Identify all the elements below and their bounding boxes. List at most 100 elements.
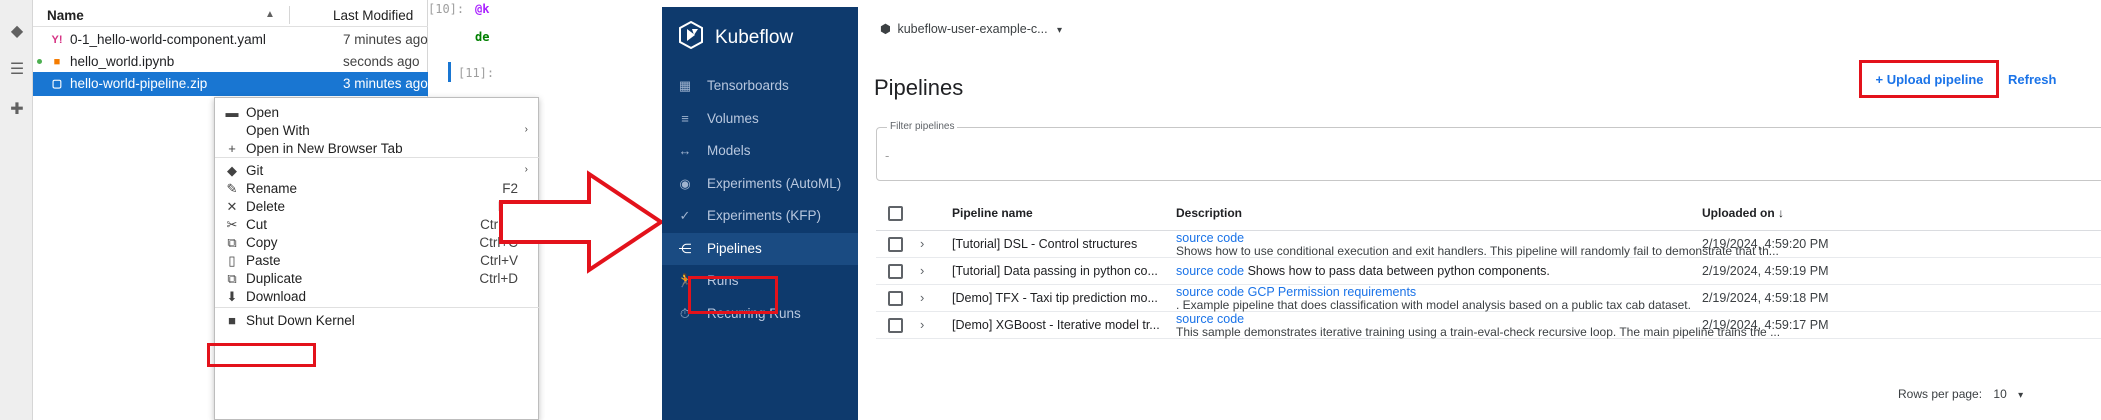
table-of-contents-icon[interactable]: ☰ [7, 60, 27, 80]
description-text: This sample demonstrates iterative train… [1176, 325, 1781, 339]
left-activity-bar: ◆ ☰ ✚ [0, 0, 33, 420]
menu-item-label: Open [246, 105, 280, 120]
nav-label: Experiments (KFP) [707, 208, 822, 223]
menu-item-label: Paste [246, 253, 281, 268]
rows-per-page-caret-icon[interactable]: ▾ [2018, 390, 2023, 401]
menu-item-icon: ⬇ [226, 289, 238, 304]
nav-icon: ≡ [681, 110, 689, 126]
description-line: source code GCP Permission requirements [1176, 285, 1416, 299]
brand-title: Kubeflow [715, 27, 794, 48]
pipelines-highlight-box [688, 276, 778, 314]
file-modified: 3 minutes ago [343, 76, 428, 91]
row-checkbox[interactable] [888, 237, 903, 252]
expand-chevron-icon[interactable]: › [920, 317, 924, 332]
nav-label: Experiments (AutoML) [707, 175, 842, 191]
file-type-icon: ▢ [51, 78, 63, 90]
extension-manager-icon[interactable]: ✚ [7, 100, 27, 120]
screenshot-canvas: ◆ ☰ ✚ Name ▲ Last Modified Y! 0-1_hello-w… [0, 0, 2101, 420]
nav-item-volumes[interactable]: ≡ Volumes [662, 103, 858, 135]
table-row[interactable]: › [Tutorial] Data passing in python co...… [876, 258, 2101, 285]
page-title: Pipelines [874, 75, 964, 100]
permission-requirements-link[interactable]: GCP Permission requirements [1248, 285, 1417, 299]
row-checkbox[interactable] [888, 291, 903, 306]
refresh-button[interactable]: Refresh [2008, 67, 2056, 93]
nav-label: Volumes [707, 110, 759, 126]
cell-prompt: [11]: [458, 66, 495, 80]
active-cell-indicator [448, 62, 451, 82]
submenu-chevron-icon: › [524, 124, 528, 135]
namespace-cube-icon: ⬢ [880, 22, 891, 36]
filter-value[interactable]: - [885, 148, 889, 163]
nav-icon: ↔ [678, 143, 692, 158]
filter-pipelines-input[interactable]: Filter pipelines - [876, 121, 2101, 181]
description-text: Shows how to use conditional execution a… [1176, 244, 1779, 258]
code-fragment: de [475, 30, 490, 44]
upload-highlight-box [1859, 60, 1999, 98]
filter-label: Filter pipelines [887, 121, 958, 132]
file-row[interactable]: ■ hello_world.ipynb seconds ago [33, 50, 428, 74]
expand-chevron-icon[interactable]: › [920, 236, 924, 251]
select-all-checkbox[interactable] [888, 206, 903, 221]
name-column-header[interactable]: Name [47, 8, 84, 23]
sort-ascending-icon[interactable]: ▲ [265, 9, 275, 20]
last-modified-column-header[interactable]: Last Modified [333, 8, 413, 23]
file-name: hello-world-pipeline.zip [70, 76, 208, 91]
menu-item-label: Open With [246, 123, 310, 138]
file-browser-header: Name ▲ Last Modified [33, 3, 428, 27]
pipeline-name-header[interactable]: Pipeline name [952, 206, 1033, 220]
description-line: source code [1176, 312, 1244, 326]
expand-chevron-icon[interactable]: › [920, 263, 924, 278]
nav-item-experiments-automl[interactable]: ◉ Experiments (AutoML) [662, 168, 858, 200]
nav-icon: ▦ [678, 78, 692, 93]
row-checkbox[interactable] [888, 318, 903, 333]
column-divider[interactable] [289, 6, 290, 24]
source-code-link[interactable]: source code [1176, 264, 1244, 278]
nav-item-tensorboards[interactable]: ▦ Tensorboards [662, 70, 858, 102]
right-arrow-icon [499, 170, 665, 274]
nav-icon: ⋲ [678, 240, 692, 256]
file-modified: seconds ago [343, 54, 420, 69]
menu-item-label: Git [246, 163, 264, 178]
menu-item-download[interactable]: ⬇ Download [215, 285, 540, 309]
nav-item-experiments-kfp[interactable]: ✓ Experiments (KFP) [662, 200, 858, 232]
source-code-link[interactable]: source code [1176, 285, 1244, 299]
file-row[interactable]: ▢ hello-world-pipeline.zip 3 minutes ago [33, 72, 428, 96]
table-row[interactable]: › [Tutorial] DSL - Control structures sour… [876, 231, 2101, 258]
kubeflow-main: ⬢ kubeflow-user-example-c... ▾ Pipelines… [858, 7, 2101, 420]
table-row[interactable]: › [Demo] TFX - Taxi tip prediction mo... s… [876, 285, 2101, 312]
pipeline-name-link[interactable]: [Demo] XGBoost - Iterative model tr... [952, 318, 1160, 332]
nav-icon: ◉ [679, 175, 691, 191]
uploaded-on-cell: 2/19/2024, 4:59:20 PM [1702, 237, 1829, 251]
menu-item-label: Shut Down Kernel [246, 313, 355, 328]
menu-item-shut-down-kernel[interactable]: ■ Shut Down Kernel [215, 309, 540, 333]
pipeline-name-link[interactable]: [Tutorial] DSL - Control structures [952, 237, 1137, 251]
context-menu: ▬ Open Open With › + Open in New Browser Tab ◆… [214, 97, 540, 420]
nav-item-pipelines[interactable]: ⋲ Pipelines [662, 232, 858, 265]
file-row[interactable]: Y! 0-1_hello-world-component.yaml 7 minute… [33, 28, 428, 52]
nav-item-models[interactable]: ↔ Models [662, 135, 858, 167]
menu-item-open-in-new-browser-tab[interactable]: + Open in New Browser Tab [215, 137, 540, 161]
row-checkbox[interactable] [888, 264, 903, 279]
menu-item-label: Open in New Browser Tab [246, 141, 403, 156]
rows-per-page: Rows per page: 10 ▾ [1898, 387, 2023, 401]
uploaded-on-cell: 2/19/2024, 4:59:18 PM [1702, 291, 1829, 305]
uploaded-on-cell: 2/19/2024, 4:59:19 PM [1702, 264, 1829, 278]
uploaded-on-header[interactable]: Uploaded on ↓ [1702, 206, 1784, 220]
menu-item-label: Delete [246, 199, 286, 214]
file-modified: 7 minutes ago [343, 32, 428, 47]
description-text: . Example pipeline that does classificat… [1176, 298, 1691, 312]
cell-prompt: [10]: [428, 2, 465, 16]
git-icon[interactable]: ◆ [7, 22, 27, 42]
dropdown-caret-icon: ▾ [1057, 25, 1063, 36]
file-type-icon: Y! [51, 34, 63, 46]
expand-chevron-icon[interactable]: › [920, 290, 924, 305]
pipeline-name-link[interactable]: [Demo] TFX - Taxi tip prediction mo... [952, 291, 1158, 305]
namespace-selector[interactable]: ⬢ kubeflow-user-example-c... ▾ [880, 21, 1062, 43]
pipeline-name-link[interactable]: [Tutorial] Data passing in python co... [952, 264, 1158, 278]
source-code-link[interactable]: source code [1176, 312, 1244, 326]
source-code-link[interactable]: source code [1176, 231, 1244, 245]
table-row[interactable]: › [Demo] XGBoost - Iterative model tr... s… [876, 312, 2101, 339]
rows-per-page-select[interactable]: 10 [1993, 387, 2006, 401]
nav-label: Models [707, 143, 751, 158]
description-header[interactable]: Description [1176, 206, 1242, 220]
